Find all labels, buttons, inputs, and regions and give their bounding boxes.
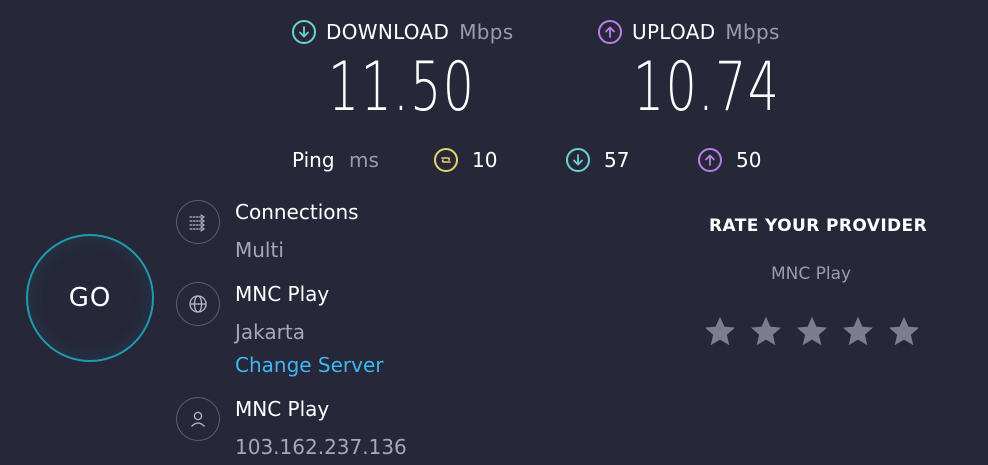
- server-location: Jakarta: [235, 320, 305, 344]
- rate-provider-name: MNC Play: [771, 264, 852, 284]
- connections-icon[interactable]: [176, 200, 220, 244]
- client-ip: 103.162.237.136: [235, 435, 407, 459]
- globe-icon: [176, 282, 220, 326]
- client-title: MNC Play: [235, 397, 330, 421]
- rating-stars: [702, 314, 922, 350]
- star-icon[interactable]: [886, 314, 922, 350]
- upload-label: UPLOAD: [632, 20, 716, 44]
- upload-latency-value: 50: [736, 148, 762, 172]
- arrow-down-circle-icon: [292, 20, 316, 44]
- ping-upload-latency: 50: [698, 148, 761, 172]
- ping-download-latency: 57: [566, 148, 629, 172]
- server-title: MNC Play: [235, 282, 330, 306]
- download-value: 11.50: [328, 48, 476, 127]
- upload-header: UPLOAD Mbps: [598, 20, 780, 44]
- go-button[interactable]: GO: [26, 234, 154, 362]
- upload-unit: Mbps: [725, 20, 780, 44]
- arrow-down-circle-icon: [566, 148, 590, 172]
- go-label: GO: [68, 283, 112, 313]
- arrow-up-circle-icon: [598, 20, 622, 44]
- user-icon: [176, 397, 220, 441]
- star-icon[interactable]: [840, 314, 876, 350]
- rate-provider-title: RATE YOUR PROVIDER: [709, 216, 928, 236]
- star-icon[interactable]: [748, 314, 784, 350]
- download-label: DOWNLOAD: [326, 20, 450, 44]
- connections-value[interactable]: Multi: [235, 238, 284, 262]
- star-icon[interactable]: [702, 314, 738, 350]
- star-icon[interactable]: [794, 314, 830, 350]
- download-unit: Mbps: [459, 20, 514, 44]
- upload-value: 10.74: [633, 48, 781, 127]
- connections-title: Connections: [235, 200, 359, 224]
- jitter-icon: [434, 148, 458, 172]
- download-latency-value: 57: [604, 148, 630, 172]
- ping-label: Ping: [292, 148, 335, 172]
- change-server-link[interactable]: Change Server: [235, 353, 384, 377]
- jitter-value: 10: [472, 148, 498, 172]
- ping-unit: ms: [349, 148, 379, 172]
- download-header: DOWNLOAD Mbps: [292, 20, 513, 44]
- arrow-up-circle-icon: [698, 148, 722, 172]
- ping-jitter: 10: [434, 148, 497, 172]
